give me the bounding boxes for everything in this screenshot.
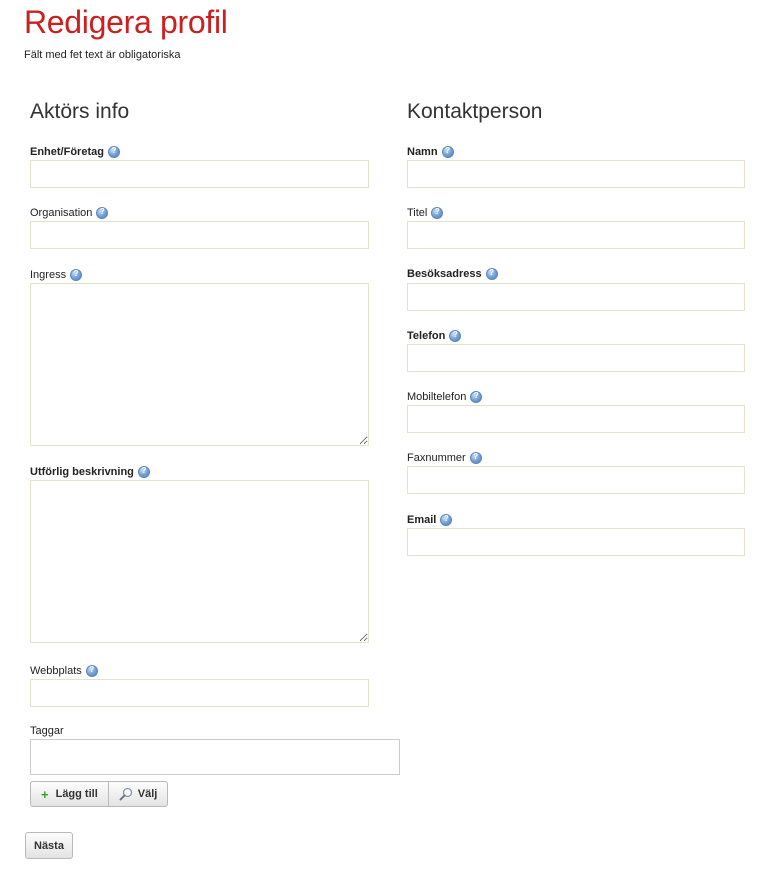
email-input[interactable] (407, 528, 745, 556)
webbplats-label: Webbplats (30, 665, 98, 677)
beskrivning-label: Utförlig beskrivning (30, 466, 150, 478)
help-icon[interactable] (431, 207, 444, 219)
enhet-foretag-input[interactable] (30, 160, 369, 188)
magnifier-icon (119, 787, 132, 801)
help-icon[interactable] (485, 268, 498, 280)
help-icon[interactable] (107, 146, 120, 158)
faxnummer-label: Faxnummer (407, 452, 482, 464)
telefon-label-text: Telefon (407, 330, 446, 342)
help-icon[interactable] (441, 146, 454, 158)
taggar-input[interactable] (30, 739, 400, 775)
plus-icon: + (41, 786, 49, 802)
enhet-label-text: Enhet/Företag (30, 146, 104, 158)
besoksadress-input[interactable] (407, 283, 745, 311)
email-label-text: Email (407, 514, 437, 526)
titel-label-text: Titel (407, 207, 428, 219)
namn-label: Namn (407, 146, 454, 158)
help-icon[interactable] (85, 665, 98, 677)
organisation-label-text: Organisation (30, 207, 93, 219)
email-label: Email (407, 514, 453, 526)
help-icon[interactable] (440, 514, 453, 526)
besoksadress-label: Besöksadress (407, 268, 498, 280)
mobiltelefon-label: Mobiltelefon (407, 391, 483, 403)
titel-label: Titel (407, 207, 444, 219)
namn-input[interactable] (407, 160, 745, 188)
next-button[interactable]: Nästa (25, 832, 73, 859)
telefon-input[interactable] (407, 344, 745, 372)
webbplats-label-text: Webbplats (30, 665, 82, 677)
titel-input[interactable] (407, 221, 745, 249)
faxnummer-input[interactable] (407, 466, 745, 494)
organisation-label: Organisation (30, 207, 109, 219)
taggar-label: Taggar (30, 725, 64, 737)
besoksadress-label-text: Besöksadress (407, 268, 482, 280)
choose-tag-button[interactable]: Välj (108, 781, 169, 807)
help-icon[interactable] (137, 466, 150, 478)
faxnummer-label-text: Faxnummer (407, 452, 466, 464)
help-icon[interactable] (449, 330, 462, 342)
choose-tag-label: Välj (137, 788, 158, 800)
ingress-textarea[interactable] (30, 283, 369, 446)
add-tag-button[interactable]: + Lägg till (30, 781, 109, 807)
enhet-label: Enhet/Företag (30, 146, 120, 158)
mobiltelefon-input[interactable] (407, 405, 745, 433)
telefon-label: Telefon (407, 330, 462, 342)
mobiltelefon-label-text: Mobiltelefon (407, 391, 467, 403)
taggar-label-text: Taggar (30, 725, 64, 737)
page-title: Redigera profil (24, 4, 228, 40)
beskrivning-label-text: Utförlig beskrivning (30, 466, 134, 478)
ingress-label: Ingress (30, 269, 83, 281)
section-heading-actor-info: Aktörs info (30, 100, 130, 123)
help-icon[interactable] (96, 207, 109, 219)
beskrivning-textarea[interactable] (30, 480, 369, 643)
help-icon[interactable] (70, 269, 83, 281)
add-tag-label: Lägg till (55, 788, 98, 800)
webbplats-input[interactable] (30, 679, 369, 707)
help-icon[interactable] (469, 452, 482, 464)
namn-label-text: Namn (407, 146, 438, 158)
required-fields-note: Fält med fet text är obligatoriska (24, 49, 181, 61)
help-icon[interactable] (470, 391, 483, 403)
section-heading-contact-person: Kontaktperson (407, 100, 543, 123)
tag-button-group: + Lägg till Välj (30, 781, 169, 807)
organisation-input[interactable] (30, 221, 369, 249)
ingress-label-text: Ingress (30, 269, 67, 281)
